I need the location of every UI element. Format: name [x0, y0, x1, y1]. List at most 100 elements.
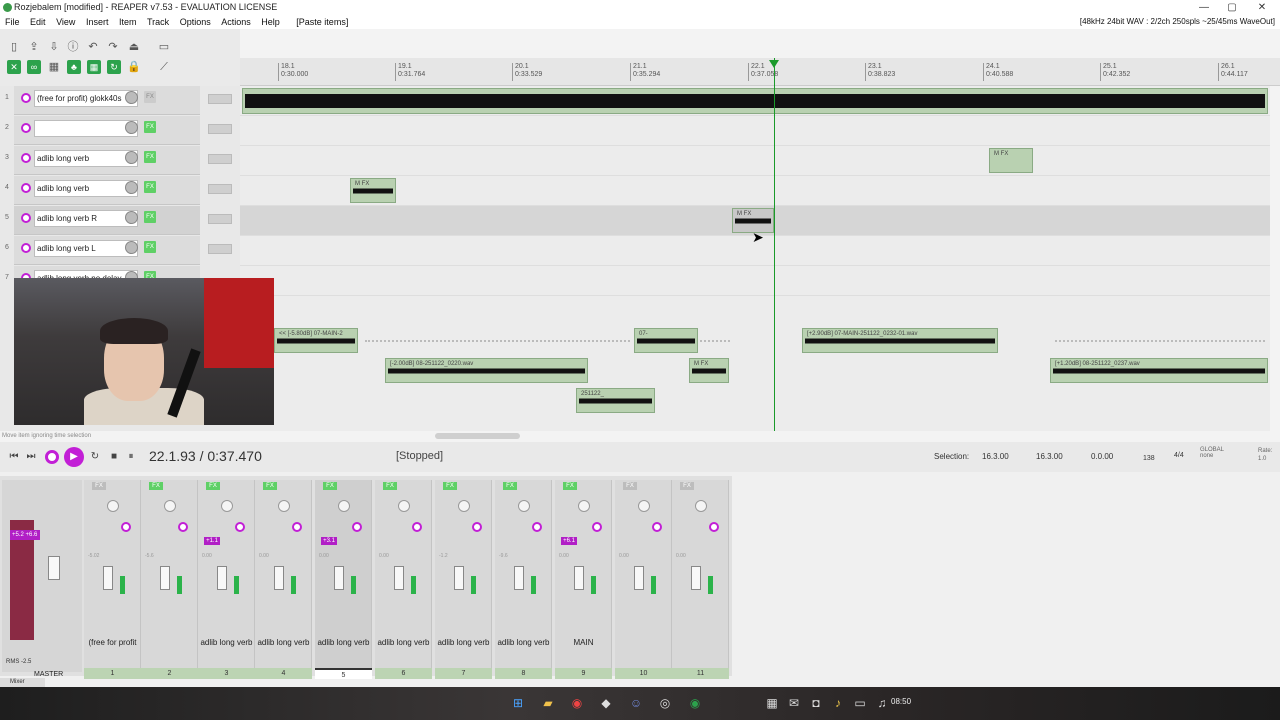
menu-help[interactable]: Help: [257, 15, 284, 29]
volume-readout[interactable]: 0.00: [559, 550, 569, 562]
record-arm-button[interactable]: [21, 243, 31, 253]
strip-record-arm[interactable]: [412, 522, 422, 532]
go-to-end-icon[interactable]: ⏭: [24, 450, 38, 464]
mixer-strip-2[interactable]: FX -5.6: [141, 480, 198, 672]
selection-start[interactable]: 16.3.00: [982, 452, 1009, 461]
tray-mic-icon[interactable]: ♪: [830, 695, 846, 711]
strip-number[interactable]: 1: [84, 668, 141, 679]
mixer-strip-8[interactable]: FX -9.6 adlib long verb: [495, 480, 552, 672]
volume-knob[interactable]: [125, 181, 138, 194]
time-position[interactable]: 22.1.93 / 0:37.470: [149, 448, 262, 464]
autoscroll-icon[interactable]: ⟋: [157, 60, 171, 74]
project-settings-icon[interactable]: ⓘ: [66, 40, 80, 54]
pause-icon[interactable]: ⏸: [124, 450, 138, 464]
close-button[interactable]: ✕: [1248, 0, 1276, 15]
record-arm-button[interactable]: [21, 93, 31, 103]
ripple-editing-icon[interactable]: ✕: [7, 60, 21, 74]
grid-lines-icon[interactable]: ▭: [157, 40, 171, 54]
mixer-strip-3[interactable]: FX 0.00 +1.1 adlib long verb: [198, 480, 255, 672]
track-header-4[interactable]: 4 adlib long verb FX: [5, 176, 200, 205]
media-item[interactable]: 07-: [634, 328, 698, 353]
volume-fader[interactable]: [514, 566, 524, 590]
record-button[interactable]: [45, 450, 59, 464]
track-name-field[interactable]: adlib long verb R: [34, 210, 138, 227]
discord-icon[interactable]: ☺: [628, 695, 644, 711]
strip-fx-button[interactable]: FX: [149, 482, 163, 490]
start-menu-icon[interactable]: ⊞: [510, 695, 526, 711]
undo-icon[interactable]: ↶: [86, 40, 100, 54]
open-project-icon[interactable]: ⇪: [27, 40, 41, 54]
reaper-icon[interactable]: ◉: [687, 695, 703, 711]
snap-icon[interactable]: ▦: [87, 60, 101, 74]
media-item[interactable]: [+1.20dB] 08-251122_0237.wav: [1050, 358, 1268, 383]
mixer-strip-9[interactable]: FX 0.00 +6.1 MAIN: [555, 480, 612, 672]
volume-fader[interactable]: [634, 566, 644, 590]
strip-fx-button[interactable]: FX: [503, 482, 517, 490]
strip-record-arm[interactable]: [178, 522, 188, 532]
strip-name[interactable]: adlib long verb: [435, 638, 492, 647]
strip-name[interactable]: adlib long verb: [375, 638, 432, 647]
playhead-marker[interactable]: [769, 60, 779, 68]
mixer-strip-1[interactable]: FX -5.02 (free for profit: [84, 480, 141, 672]
file-explorer-icon[interactable]: ▰: [540, 695, 556, 711]
loop-icon[interactable]: ↻: [107, 60, 121, 74]
fx-button[interactable]: FX: [144, 181, 156, 193]
system-clock[interactable]: 08:50: [891, 697, 911, 706]
strip-fx-button[interactable]: FX: [563, 482, 577, 490]
pan-knob[interactable]: [221, 500, 233, 512]
volume-fader[interactable]: [334, 566, 344, 590]
strip-record-arm[interactable]: [352, 522, 362, 532]
pan-knob[interactable]: [695, 500, 707, 512]
strip-fx-button[interactable]: FX: [206, 482, 220, 490]
tempo-value[interactable]: 138: [1143, 455, 1155, 462]
time-signature[interactable]: 4/4: [1174, 452, 1184, 459]
volume-fader[interactable]: [691, 566, 701, 590]
track-name-field[interactable]: adlib long verb: [34, 150, 138, 167]
track-name-field[interactable]: [34, 120, 138, 137]
menu-file[interactable]: File: [0, 15, 24, 29]
master-strip[interactable]: +5.2 +6.6 RMS -2.5: [2, 480, 82, 672]
stop-icon[interactable]: ■: [107, 450, 121, 464]
strip-fx-button[interactable]: FX: [680, 482, 694, 490]
pan-knob[interactable]: [638, 500, 650, 512]
volume-readout[interactable]: 0.00: [259, 550, 269, 562]
record-arm-button[interactable]: [21, 153, 31, 163]
strip-name[interactable]: adlib long verb: [495, 638, 552, 647]
track-lane[interactable]: [240, 146, 1270, 176]
tray-volume-icon[interactable]: ♫: [874, 695, 890, 711]
tray-mail-icon[interactable]: ✉: [786, 695, 802, 711]
selection-end[interactable]: 16.3.00: [1036, 452, 1063, 461]
pan-knob[interactable]: [458, 500, 470, 512]
volume-knob[interactable]: [125, 91, 138, 104]
strip-number[interactable]: 6: [375, 668, 432, 679]
menu-view[interactable]: View: [52, 15, 79, 29]
volume-readout[interactable]: 0.00: [379, 550, 389, 562]
volume-fader[interactable]: [160, 566, 170, 590]
track-name-field[interactable]: adlib long verb: [34, 180, 138, 197]
arrange-view[interactable]: M FX M FX M FX << [-5.80dB] 07-MAIN-2 07…: [240, 86, 1270, 431]
volume-fader[interactable]: [103, 566, 113, 590]
obs-icon[interactable]: ◎: [657, 695, 673, 711]
media-item[interactable]: << [-5.80dB] 07-MAIN-2: [274, 328, 358, 353]
strip-number[interactable]: 3: [198, 668, 255, 679]
strip-record-arm[interactable]: [532, 522, 542, 532]
audio-device-info[interactable]: [48kHz 24bit WAV : 2/2ch 250spls ~25/45m…: [1080, 15, 1275, 29]
repeat-icon[interactable]: ↻: [88, 450, 102, 464]
volume-readout[interactable]: 0.00: [619, 550, 629, 562]
redo-icon[interactable]: ↷: [106, 40, 120, 54]
volume-knob[interactable]: [125, 241, 138, 254]
media-item[interactable]: [+2.90dB] 07-MAIN-251122_0232-01.wav: [802, 328, 998, 353]
track-header-5[interactable]: 5 adlib long verb R FX: [5, 206, 200, 235]
strip-number[interactable]: 8: [495, 668, 552, 679]
mixer-strip-7[interactable]: FX -1.2 adlib long verb: [435, 480, 492, 672]
playrate[interactable]: Rate: 1.0: [1258, 447, 1272, 463]
mixer-strip-5[interactable]: FX 0.00 +3.1 adlib long verb: [315, 480, 372, 672]
chrome-icon[interactable]: ◉: [569, 695, 585, 711]
locking-icon[interactable]: 🔒: [127, 60, 141, 74]
envelope-lock-icon[interactable]: ♣: [67, 60, 81, 74]
new-project-icon[interactable]: ▯: [7, 40, 21, 54]
master-fader[interactable]: [48, 556, 60, 580]
play-button[interactable]: ▶: [64, 447, 84, 467]
record-arm-button[interactable]: [21, 213, 31, 223]
menu-actions[interactable]: Actions: [217, 15, 255, 29]
